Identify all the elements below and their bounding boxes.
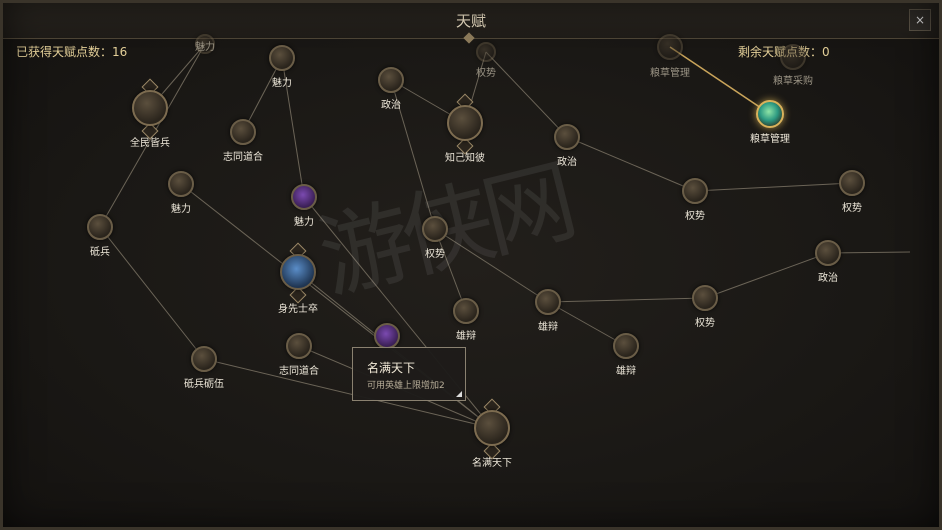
- talent-label: 知己知彼: [445, 153, 485, 164]
- talent-label: 政治: [557, 157, 577, 168]
- talent-connection: [434, 228, 549, 303]
- talent-icon[interactable]: [657, 34, 683, 60]
- talent-icon[interactable]: [535, 289, 561, 315]
- talent-label: 志同道合: [279, 366, 319, 377]
- talent-label: 雄辩: [538, 322, 558, 333]
- talent-icon[interactable]: [168, 171, 194, 197]
- talent-label: 志同道合: [223, 152, 263, 163]
- talent-label: 政治: [818, 273, 838, 284]
- talent-label: 名满天下: [472, 458, 512, 469]
- talent-label: 粮草管理: [650, 68, 690, 79]
- talent-label: 魅力: [171, 204, 191, 215]
- talent-connection: [694, 182, 853, 192]
- talent-icon[interactable]: [815, 240, 841, 266]
- talent-icon[interactable]: [374, 323, 400, 349]
- talent-icon[interactable]: [554, 124, 580, 150]
- talent-icon[interactable]: [230, 119, 256, 145]
- talent-tooltip: 名满天下 可用英雄上限增加2: [352, 347, 466, 401]
- talent-icon[interactable]: [269, 45, 295, 71]
- talent-icon[interactable]: [280, 254, 316, 290]
- earned-points: 已获得天赋点数：16: [16, 45, 128, 59]
- talent-label: 政治: [381, 100, 401, 111]
- talent-label: 权势: [842, 203, 862, 214]
- talent-icon[interactable]: [780, 44, 806, 70]
- talent-icon[interactable]: [286, 333, 312, 359]
- talent-icon[interactable]: [476, 42, 496, 62]
- tooltip-title: 名满天下: [367, 361, 416, 375]
- talent-label: 魅力: [195, 42, 215, 53]
- talent-icon[interactable]: [191, 346, 217, 372]
- talent-label: 权势: [425, 249, 445, 260]
- talent-icon[interactable]: [474, 410, 510, 446]
- talent-icon[interactable]: [378, 67, 404, 93]
- talent-label: 身先士卒: [278, 304, 318, 315]
- talent-icon[interactable]: [682, 178, 708, 204]
- talent-label: 雄辩: [616, 366, 636, 377]
- talent-label: 权势: [476, 68, 496, 79]
- talent-icon[interactable]: [422, 216, 448, 242]
- talent-icon[interactable]: [291, 184, 317, 210]
- talent-connection: [547, 297, 706, 303]
- talent-label: 权势: [695, 318, 715, 329]
- talent-icon[interactable]: [132, 90, 168, 126]
- talent-label: 粮草管理: [750, 134, 790, 145]
- talent-label: 全民皆兵: [130, 138, 170, 149]
- talent-icon[interactable]: [839, 170, 865, 196]
- talent-label: 魅力: [272, 78, 292, 89]
- tooltip-corner-icon: [456, 391, 462, 397]
- talent-icon[interactable]: [87, 214, 113, 240]
- talent-icon[interactable]: [453, 298, 479, 324]
- tooltip-description: 可用英雄上限增加2: [367, 381, 445, 391]
- talent-label: 粮草采购: [773, 76, 813, 87]
- talent-icon[interactable]: [447, 105, 483, 141]
- talent-icon[interactable]: [756, 100, 784, 128]
- talent-label: 砥兵砺伍: [184, 379, 224, 390]
- talent-window: 天赋 × 游侠网 已获得天赋点数：16 剩余天赋点数：0 魅力 全民皆兵 魅力 政治权…: [0, 0, 942, 530]
- talent-label: 权势: [685, 211, 705, 222]
- talent-label: 魅力: [294, 217, 314, 228]
- talent-icon[interactable]: [692, 285, 718, 311]
- talent-label: 砥兵: [90, 247, 110, 258]
- talent-icon[interactable]: [613, 333, 639, 359]
- talent-label: 雄辩: [456, 331, 476, 342]
